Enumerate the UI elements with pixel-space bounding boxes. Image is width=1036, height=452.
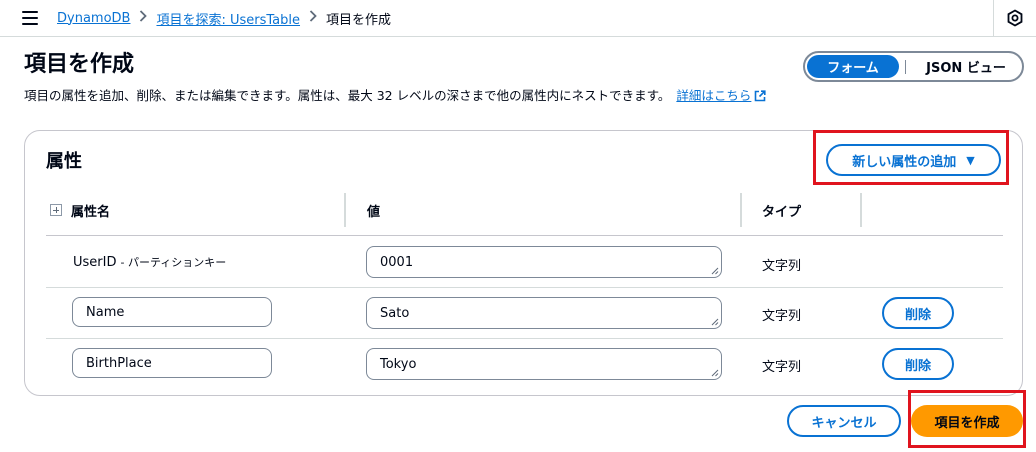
resize-handle-icon[interactable] — [711, 267, 719, 275]
caret-down-icon: ▼ — [966, 153, 975, 167]
column-divider[interactable] — [344, 193, 346, 227]
attribute-name-static: UserID - パーティションキー — [73, 254, 226, 270]
view-toggle: フォーム JSON ビュー — [803, 51, 1024, 82]
partition-key-name: UserID — [73, 255, 117, 270]
page-description: 項目の属性を追加、削除、または編集できます。属性は、最大 32 レベルの深さまで… — [24, 87, 766, 105]
value-input-text: 0001 — [380, 254, 414, 270]
top-navigation-bar: DynamoDB 項目を探索: UsersTable 項目を作成 — [0, 0, 1036, 37]
row-separator — [46, 338, 1003, 339]
resize-handle-icon[interactable] — [711, 369, 719, 377]
chevron-right-icon — [300, 10, 326, 26]
delete-attribute-button[interactable]: 削除 — [882, 348, 954, 380]
page-title: 項目を作成 — [24, 52, 135, 77]
attributes-container: 属性 新しい属性の追加 ▼ 属性名 値 タイプ UserID - パーティションキ… — [24, 130, 1023, 396]
add-attribute-label: 新しい属性の追加 — [852, 154, 957, 170]
create-item-button[interactable]: 項目を作成 — [911, 405, 1023, 437]
breadcrumb-current: 項目を作成 — [326, 12, 392, 28]
column-divider[interactable] — [860, 193, 862, 227]
value-input-text: Sato — [380, 305, 410, 321]
cancel-button[interactable]: キャンセル — [787, 405, 901, 437]
json-view-button[interactable]: JSON ビュー — [912, 55, 1020, 78]
partition-key-label: - パーティションキー — [120, 256, 227, 269]
attribute-type: 文字列 — [762, 309, 802, 324]
learn-more-link[interactable]: 詳細はこちら — [676, 88, 751, 103]
topbar-divider — [993, 0, 994, 37]
breadcrumb-explore-items[interactable]: 項目を探索: UsersTable — [156, 9, 300, 28]
settings-icon[interactable] — [1006, 9, 1024, 27]
segment-divider — [905, 59, 906, 74]
column-header-value: 値 — [367, 204, 381, 220]
breadcrumb-dynamodb[interactable]: DynamoDB — [57, 11, 130, 26]
expand-all-icon[interactable] — [50, 204, 62, 216]
attribute-name-input[interactable] — [72, 297, 272, 327]
menu-icon[interactable] — [22, 11, 38, 25]
column-header-name: 属性名 — [50, 193, 110, 227]
value-input[interactable]: Tokyo — [366, 348, 722, 380]
delete-attribute-button[interactable]: 削除 — [882, 297, 954, 329]
breadcrumb: DynamoDB 項目を探索: UsersTable 項目を作成 — [57, 9, 392, 28]
attribute-type: 文字列 — [762, 259, 802, 274]
form-view-button[interactable]: フォーム — [807, 55, 899, 78]
header-separator — [46, 235, 1003, 236]
attribute-type: 文字列 — [762, 360, 802, 375]
column-header-name-label: 属性名 — [71, 204, 111, 220]
description-text: 項目の属性を追加、削除、または編集できます。属性は、最大 32 レベルの深さまで… — [24, 88, 671, 103]
value-input-text: Tokyo — [380, 356, 417, 372]
column-header-type: タイプ — [762, 204, 802, 220]
add-attribute-button[interactable]: 新しい属性の追加 ▼ — [826, 144, 1001, 176]
resize-handle-icon[interactable] — [711, 318, 719, 326]
value-input[interactable]: 0001 — [366, 246, 722, 278]
chevron-right-icon — [130, 10, 156, 26]
column-divider[interactable] — [740, 193, 742, 227]
external-link-icon — [755, 90, 766, 102]
attributes-title: 属性 — [46, 151, 82, 172]
attribute-name-input[interactable] — [72, 348, 272, 378]
value-input[interactable]: Sato — [366, 297, 722, 329]
row-separator — [46, 287, 1003, 288]
